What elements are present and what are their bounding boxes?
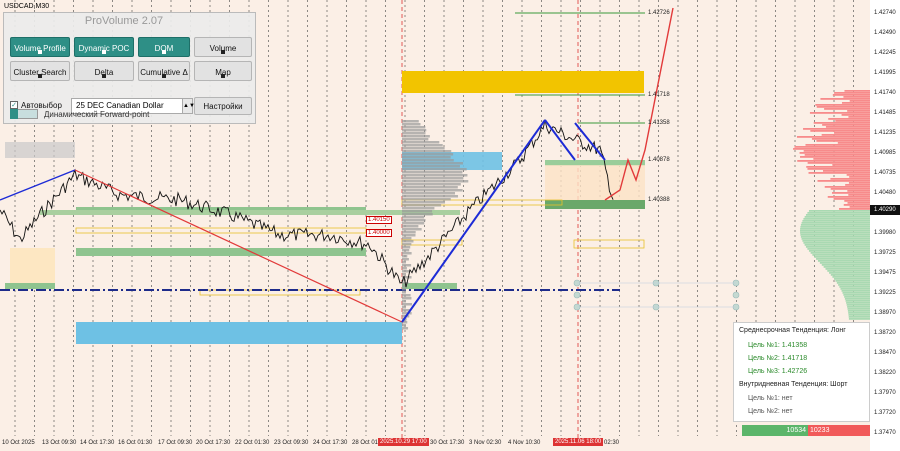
price-tick: 1.41995 (874, 70, 896, 76)
time-tick: 23 Oct 09:30 (274, 440, 308, 446)
time-tick: 22 Oct 01:30 (235, 440, 269, 446)
intraday-trend-title: Внутридневная Тенденция: Шорт (739, 381, 847, 388)
settings-button[interactable]: Настройки (194, 97, 252, 115)
box-label: 1.40000 (366, 229, 392, 237)
price-tick: 1.41485 (874, 110, 896, 116)
forward-point-label: Динамический Forward-point (44, 110, 149, 119)
time-tick: 20 Oct 17:30 (196, 440, 230, 446)
level-label: 1.41718 (648, 92, 670, 98)
price-tick: 1.37720 (874, 410, 896, 416)
price-tick: 1.42245 (874, 50, 896, 56)
price-tick: 1.38470 (874, 350, 896, 356)
dom-button[interactable]: DOM (138, 37, 190, 57)
intraday-target-1: Цель №1: нет (748, 395, 793, 402)
time-tick: 24 Oct 17:30 (313, 440, 347, 446)
delta-button[interactable]: Delta (74, 61, 134, 81)
time-tick: 3 Nov 02:30 (469, 440, 501, 446)
price-tick: 1.38220 (874, 370, 896, 376)
level-label: 1.41358 (648, 120, 670, 126)
price-tick: 1.41740 (874, 90, 896, 96)
level-label: 1.42726 (648, 10, 670, 16)
symbol-label: USDCAD,M30 (4, 3, 49, 10)
time-tick: 30 Oct 17:30 (430, 440, 464, 446)
price-tick: 1.37970 (874, 390, 896, 396)
time-tick: 13 Oct 09:30 (42, 440, 76, 446)
dynamic-poc-button[interactable]: Dynamic POC (74, 37, 134, 57)
price-tick: 1.40480 (874, 190, 896, 196)
price-tick: 1.40735 (874, 170, 896, 176)
toggle-knob (10, 109, 18, 119)
cumulative-delta-button[interactable]: Cumulative Δ (138, 61, 190, 81)
chevron-down-icon: ▲▼ (182, 99, 192, 113)
time-tick: 4 Nov 10:30 (508, 440, 540, 446)
time-tick: 14 Oct 17:30 (80, 440, 114, 446)
price-tick: 1.37470 (874, 430, 896, 436)
current-price-label: 1.40290 (870, 205, 900, 215)
time-tick: 02:30 (604, 440, 619, 446)
target-3: Цель №3: 1.42726 (748, 368, 807, 375)
level-label: 1.40878 (648, 157, 670, 163)
price-tick: 1.39980 (874, 230, 896, 236)
price-tick: 1.40985 (874, 150, 896, 156)
volume-profile-button[interactable]: Volume Profile (10, 37, 70, 57)
box-label: 1.40150 (366, 216, 392, 224)
target-1: Цель №1: 1.41358 (748, 342, 807, 349)
time-tick: 10 Oct 2025 (2, 440, 35, 446)
buy-volume: 10534 (742, 425, 808, 436)
auto-select-checkbox[interactable]: ✓ (10, 101, 18, 109)
price-tick: 1.38720 (874, 330, 896, 336)
time-tick: 17 Oct 09:30 (158, 440, 192, 446)
level-label: 1.40388 (648, 197, 670, 203)
price-tick: 1.39725 (874, 250, 896, 256)
price-tick: 1.41235 (874, 130, 896, 136)
time-highlight: 2025.11.06 18:00 (553, 438, 603, 446)
panel-title: ProVolume 2.07 (4, 15, 244, 27)
time-highlight: 2025.10.29 17:00 (378, 438, 429, 446)
intraday-target-2: Цель №2: нет (748, 408, 793, 415)
zone-grey (5, 142, 75, 158)
price-tick: 1.39475 (874, 270, 896, 276)
time-tick: 16 Oct 01:30 (118, 440, 152, 446)
target-2: Цель №2: 1.41718 (748, 355, 807, 362)
map-button[interactable]: Map (194, 61, 252, 81)
price-tick: 1.38970 (874, 310, 896, 316)
zone-blue (76, 322, 402, 344)
sell-volume: 10233 (808, 425, 870, 436)
volume-button[interactable]: Volume (194, 37, 252, 57)
medium-trend-title: Среднесрочная Тенденция: Лонг (739, 327, 846, 334)
price-tick: 1.42490 (874, 30, 896, 36)
trend-panel: Среднесрочная Тенденция: Лонг Цель №1: 1… (733, 322, 870, 422)
price-tick: 1.39225 (874, 290, 896, 296)
price-tick: 1.42740 (874, 10, 896, 16)
zone-gold (402, 71, 644, 93)
price-axis (870, 0, 900, 451)
cluster-search-button[interactable]: Cluster Search (10, 61, 70, 81)
provolume-panel: ProVolume 2.07 Volume Profile Dynamic PO… (3, 12, 256, 124)
